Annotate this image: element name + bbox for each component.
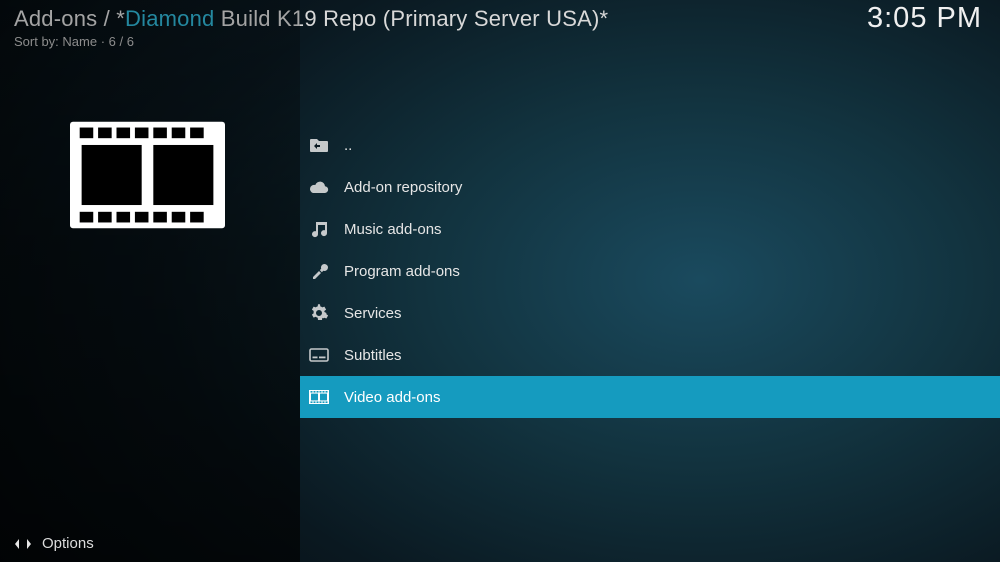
list-item-video-addons[interactable]: Video add-ons <box>300 376 1000 418</box>
music-note-icon <box>308 218 330 240</box>
film-icon <box>308 386 330 408</box>
list-item-label: Subtitles <box>344 347 402 364</box>
list-item-label: Add-on repository <box>344 179 462 196</box>
list-item-addon-repository[interactable]: Add-on repository <box>300 166 1000 208</box>
list-item-parent[interactable]: .. <box>300 124 1000 166</box>
list-item-label: .. <box>344 137 352 154</box>
options-label: Options <box>42 535 94 552</box>
list-item-label: Program add-ons <box>344 263 460 280</box>
list-item-subtitles[interactable]: Subtitles <box>300 334 1000 376</box>
list-item-music-addons[interactable]: Music add-ons <box>300 208 1000 250</box>
options-icon <box>14 537 32 551</box>
tools-icon <box>308 260 330 282</box>
gear-icon <box>308 302 330 324</box>
clock: 3:05 PM <box>867 2 982 35</box>
list-item-program-addons[interactable]: Program add-ons <box>300 250 1000 292</box>
footer-options[interactable]: Options <box>14 535 94 552</box>
sidebar <box>0 0 300 562</box>
list-item-services[interactable]: Services <box>300 292 1000 334</box>
list-item-label: Music add-ons <box>344 221 442 238</box>
cloud-icon <box>308 176 330 198</box>
list-item-label: Video add-ons <box>344 389 440 406</box>
addon-category-list: .. Add-on repository Music add-ons Progr… <box>300 124 1000 418</box>
folder-back-icon <box>308 134 330 156</box>
list-item-label: Services <box>344 305 402 322</box>
subtitles-icon <box>308 344 330 366</box>
category-thumbnail <box>70 120 225 230</box>
